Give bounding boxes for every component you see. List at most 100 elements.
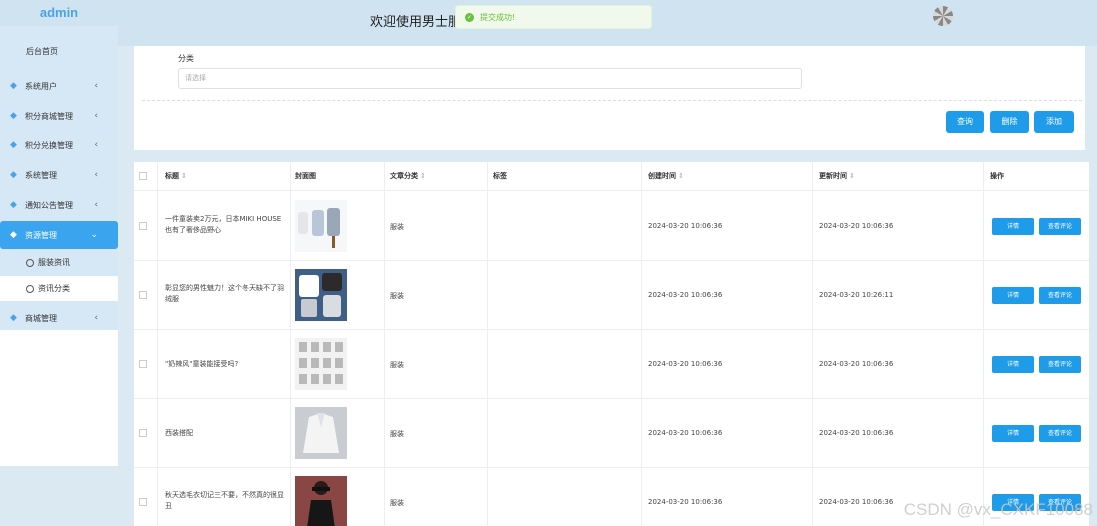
sidebar-item-mall-mgmt[interactable]: ◆ 商城管理 ‹ <box>0 304 118 332</box>
row-title: 秋天选毛衣切记三不要，不然真的很显丑 <box>165 491 284 510</box>
sidebar-subitem-news-category[interactable]: 资讯分类 <box>0 276 118 301</box>
row-category: 服装 <box>390 292 404 300</box>
divider <box>142 100 1082 101</box>
chevron-left-icon: ‹ <box>94 313 98 323</box>
row-created: 2024-03-20 10:06:36 <box>648 498 723 506</box>
header-tag: 标签 <box>493 172 507 180</box>
cover-image <box>295 476 347 526</box>
row-category: 服装 <box>390 223 404 231</box>
clock-icon <box>26 284 34 293</box>
sidebar-item-system-mgmt[interactable]: ◆ 系统管理 ‹ <box>0 161 118 189</box>
row-created: 2024-03-20 10:06:36 <box>648 429 723 437</box>
diamond-icon: ◆ <box>10 229 17 240</box>
data-table: 标题 ⇕ 封面图 文章分类 ⇕ 标签 创建时间 ⇕ 更新时间 ⇕ 操作 一件童装卖2万元… <box>134 162 1089 526</box>
header-actions: 操作 <box>990 172 1004 180</box>
sidebar-item-home[interactable]: 后台首页 <box>0 37 118 65</box>
sidebar-item-points-mall[interactable]: ◆ 积分商城管理 ‹ <box>0 102 118 130</box>
sort-icon[interactable]: ⇕ <box>849 172 855 180</box>
detail-button[interactable]: 详情 <box>992 218 1034 235</box>
chevron-left-icon: ‹ <box>94 81 98 91</box>
table-header: 标题 ⇕ 封面图 文章分类 ⇕ 标签 创建时间 ⇕ 更新时间 ⇕ 操作 <box>134 162 1089 191</box>
sidebar-item-label: 资源管理 <box>25 230 57 240</box>
detail-button[interactable]: 详情 <box>992 287 1034 304</box>
diamond-icon: ◆ <box>10 80 17 91</box>
row-checkbox[interactable] <box>139 291 147 299</box>
header-cover: 封面图 <box>295 172 316 180</box>
diamond-icon: ◆ <box>10 169 17 180</box>
category-select[interactable]: 请选择 <box>178 68 802 89</box>
success-toast: ✓ 提交成功! <box>455 5 652 29</box>
diamond-icon: ◆ <box>10 312 17 323</box>
sidebar-item-label: 积分兑换管理 <box>25 140 73 150</box>
table-row: 一件童装卖2万元，日本MIKI HOUSE也有了奢侈品野心 服装 2024-03… <box>134 192 1089 261</box>
toast-message: 提交成功! <box>480 12 516 22</box>
row-created: 2024-03-20 10:06:36 <box>648 360 723 368</box>
clock-icon <box>26 258 34 267</box>
cover-image <box>295 407 347 459</box>
header-created[interactable]: 创建时间 ⇕ <box>648 162 684 191</box>
detail-button[interactable]: 详情 <box>992 425 1034 442</box>
row-category: 服装 <box>390 499 404 507</box>
row-checkbox[interactable] <box>139 429 147 437</box>
row-checkbox[interactable] <box>139 360 147 368</box>
sidebar-item-notices[interactable]: ◆ 通知公告管理 ‹ <box>0 191 118 219</box>
chevron-left-icon: ‹ <box>94 170 98 180</box>
view-comments-button[interactable]: 查看评论 <box>1039 356 1081 373</box>
sort-icon[interactable]: ⇕ <box>420 172 426 180</box>
row-updated: 2024-03-20 10:06:36 <box>819 429 894 437</box>
chevron-left-icon: ‹ <box>94 200 98 210</box>
table-row: 西装搭配 服装 2024-03-20 10:06:36 2024-03-20 1… <box>134 399 1089 468</box>
top-header: admin 欢迎使用男士服装 ✓ 提交成功! <box>0 0 1097 46</box>
row-title: 西装搭配 <box>165 429 193 437</box>
row-category: 服装 <box>390 430 404 438</box>
sidebar-subitem-label: 资讯分类 <box>38 284 70 293</box>
row-updated: 2024-03-20 10:06:36 <box>819 498 894 506</box>
header-updated[interactable]: 更新时间 ⇕ <box>819 162 855 191</box>
sidebar-subitem-clothing-news[interactable]: 服装资讯 <box>0 250 118 275</box>
row-title: 一件童装卖2万元，日本MIKI HOUSE也有了奢侈品野心 <box>165 215 282 234</box>
brand-logo: admin <box>39 5 79 20</box>
sort-icon[interactable]: ⇕ <box>181 172 187 180</box>
sidebar-subitem-label: 服装资讯 <box>38 258 70 267</box>
row-checkbox[interactable] <box>139 222 147 230</box>
diamond-icon: ◆ <box>10 199 17 210</box>
cover-image <box>295 269 347 321</box>
user-avatar[interactable] <box>933 6 953 26</box>
sidebar-empty-area <box>0 330 118 466</box>
chevron-left-icon: ‹ <box>94 111 98 121</box>
sort-icon[interactable]: ⇕ <box>678 172 684 180</box>
chevron-down-icon: ⌄ <box>90 230 98 240</box>
sidebar-item-system-users[interactable]: ◆ 系统用户 ‹ <box>0 72 118 100</box>
detail-button[interactable]: 详情 <box>992 356 1034 373</box>
select-all-checkbox[interactable] <box>139 172 147 180</box>
row-checkbox[interactable] <box>139 498 147 506</box>
row-title: 彰显您的男性魅力！这个冬天缺不了羽绒服 <box>165 284 284 303</box>
header-category[interactable]: 文章分类 ⇕ <box>390 162 426 191</box>
sidebar-item-resources[interactable]: ◆ 资源管理 ⌄ <box>0 221 118 249</box>
delete-button[interactable]: 删除 <box>990 111 1029 133</box>
row-title: "奶辣风"童装能接受吗? <box>165 360 239 368</box>
sidebar-item-label: 系统管理 <box>25 170 57 180</box>
cover-image <box>295 200 347 252</box>
table-row: "奶辣风"童装能接受吗? 服装 2024-03-20 10:06:36 2024… <box>134 330 1089 399</box>
query-button[interactable]: 查询 <box>946 111 984 133</box>
category-label: 分类 <box>178 54 194 63</box>
add-button[interactable]: 添加 <box>1034 111 1074 133</box>
view-comments-button[interactable]: 查看评论 <box>1039 287 1081 304</box>
sidebar-item-points-exchange[interactable]: ◆ 积分兑换管理 ‹ <box>0 131 118 159</box>
row-created: 2024-03-20 10:06:36 <box>648 222 723 230</box>
view-comments-button[interactable]: 查看评论 <box>1039 218 1081 235</box>
row-created: 2024-03-20 10:06:36 <box>648 291 723 299</box>
view-comments-button[interactable]: 查看评论 <box>1039 425 1081 442</box>
watermark: CSDN @vx_CXKF10088 <box>903 500 1093 519</box>
diamond-icon: ◆ <box>10 139 17 150</box>
row-updated: 2024-03-20 10:06:36 <box>819 222 894 230</box>
row-category: 服装 <box>390 361 404 369</box>
header-title[interactable]: 标题 ⇕ <box>165 162 187 191</box>
sidebar-item-label: 系统用户 <box>25 81 57 91</box>
diamond-icon: ◆ <box>10 110 17 121</box>
sidebar-item-label: 后台首页 <box>26 46 58 56</box>
sidebar-item-label: 积分商城管理 <box>25 111 73 121</box>
filter-panel: 分类 请选择 查询 删除 添加 <box>134 46 1085 150</box>
sidebar-item-label: 通知公告管理 <box>25 200 73 210</box>
